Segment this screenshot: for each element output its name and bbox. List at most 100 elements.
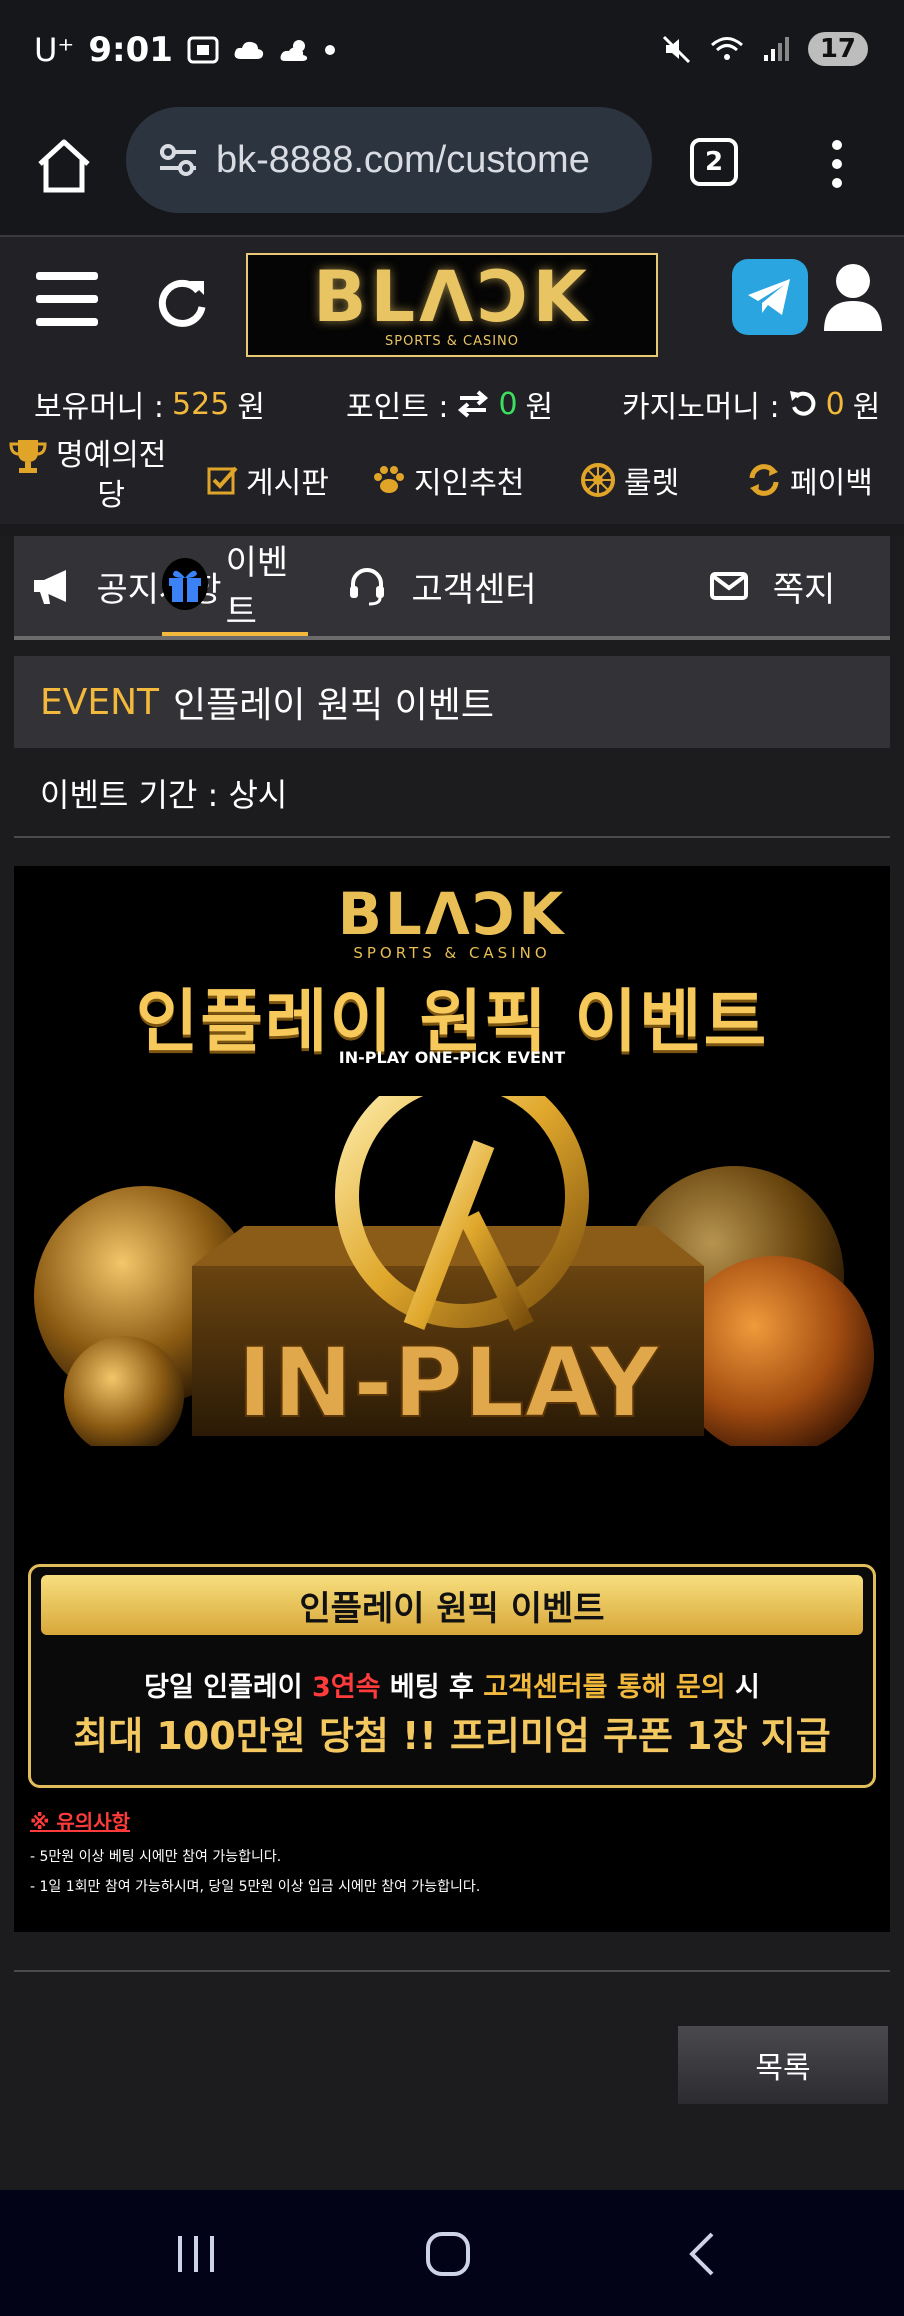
weather-icon (280, 40, 308, 61)
banner-logo-wordmark: BLΛƆK (337, 880, 567, 948)
hamburger-menu-icon[interactable] (36, 272, 98, 326)
carrier-label: U⁺ (34, 31, 75, 69)
post-title: EVENT 인플레이 원픽 이벤트 (14, 656, 890, 748)
tab-customer-center[interactable]: 고객센터 (314, 536, 564, 636)
event-condition-text-3: 시 (725, 1672, 760, 1703)
tab-customer-center-label: 고객센터 (411, 569, 537, 610)
money-unit: 원 (237, 390, 265, 425)
banner-logo: BLΛƆK SPORTS & CASINO (14, 884, 890, 962)
back-icon[interactable] (684, 2230, 720, 2278)
casino-value: 0 (825, 386, 845, 422)
recent-apps-icon[interactable] (174, 2232, 218, 2276)
site-logo[interactable]: BLΛƆK SPORTS & CASINO (246, 253, 658, 357)
site-header: BLΛƆK SPORTS & CASINO (0, 235, 904, 370)
url-text: bk-8888.com/custome (216, 138, 590, 181)
event-condition: 당일 인플레이 3연속 베팅 후 고객센터를 통해 문의 시 (31, 1665, 873, 1704)
banner-logo-subtitle: SPORTS & CASINO (353, 944, 551, 962)
money-label: 보유머니 : (34, 390, 165, 425)
event-reward: 최대 100만원 당첨 !! 프리미엄 쿠폰 1장 지급 (73, 1714, 831, 1758)
system-navigation-bar (0, 2190, 904, 2316)
megaphone-icon (34, 570, 67, 604)
board-label: 게시판 (246, 466, 329, 501)
payback-label: 페이백 (790, 466, 873, 501)
tab-event[interactable]: 이벤트 (162, 536, 308, 636)
user-icon[interactable] (820, 261, 886, 333)
casino-label: 카지노머니 : (622, 390, 780, 425)
list-button[interactable]: 목록 (678, 2026, 888, 2104)
browser-toolbar: bk-8888.com/custome 2 (0, 100, 904, 235)
inplay-text: IN-PLAY (237, 1327, 661, 1439)
event-condition-contact: 고객센터를 통해 문의 (483, 1672, 726, 1703)
points-balance[interactable]: 포인트 : 0 원 (346, 382, 553, 426)
headset-icon (350, 568, 385, 606)
envelope-icon (709, 572, 748, 600)
refresh-icon[interactable] (152, 273, 212, 333)
signal-icon (763, 37, 789, 61)
points-value: 0 (498, 386, 518, 422)
roulette-icon (581, 463, 615, 497)
tab-event-label: 이벤트 (225, 543, 289, 632)
event-condition-text-2: 베팅 후 (380, 1672, 484, 1703)
home-icon[interactable] (34, 136, 94, 196)
dot-icon (324, 45, 335, 55)
cloud-icon (234, 41, 264, 59)
status-bar: U⁺ 9:01 17 (0, 0, 904, 100)
divider (14, 836, 890, 838)
site-settings-icon[interactable] (156, 138, 200, 182)
quick-menu-referral[interactable]: 지인추천 (372, 458, 524, 502)
wifi-icon (710, 37, 743, 60)
referral-label: 지인추천 (414, 466, 525, 501)
hall-of-fame-label-1: 명예의전 (56, 438, 167, 473)
casino-balance[interactable]: 카지노머니 : 0 원 (622, 382, 880, 426)
quick-menu-hall-of-fame[interactable]: 명예의전 당 (8, 436, 166, 516)
screenshot-icon (187, 36, 219, 64)
home-nav-icon[interactable] (424, 2230, 472, 2278)
event-info-box: 인플레이 원픽 이벤트 당일 인플레이 3연속 베팅 후 고객센터를 통해 문의… (28, 1564, 876, 1788)
tab-switcher-button[interactable]: 2 (690, 138, 738, 186)
exchange-icon[interactable] (456, 389, 490, 419)
checkbox-icon (207, 466, 238, 495)
event-period: 이벤트 기간 : 상시 (40, 776, 288, 814)
event-condition-text: 당일 인플레이 (144, 1672, 313, 1703)
paw-icon (374, 466, 404, 493)
gift-icon (168, 570, 201, 602)
notice-item: - 5만원 이상 베팅 시에만 참여 가능합니다. (30, 1849, 282, 1865)
logo-subtitle: SPORTS & CASINO (384, 333, 520, 349)
event-condition-highlight: 3연속 (312, 1672, 381, 1703)
mute-icon (662, 35, 690, 64)
post-title-text: 인플레이 원픽 이벤트 (173, 685, 495, 726)
tab-messages[interactable]: 쪽지 (694, 536, 844, 636)
inplay-illustration: IN-PLAY (34, 1096, 874, 1446)
board-tabs: 공지사항 이벤트 고객센터 쪽지 (14, 536, 890, 640)
quick-menu-roulette[interactable]: 룰렛 (580, 458, 679, 502)
clock: 9:01 (88, 30, 173, 70)
notice-title: ※ 유의사항 (30, 1810, 131, 1834)
tab-messages-label: 쪽지 (772, 569, 836, 610)
trophy-icon (9, 440, 47, 473)
quick-menu: 명예의전 당 게시판 지인추천 룰렛 페이백 (0, 434, 904, 524)
post-category: EVENT (40, 681, 160, 723)
event-box-title: 인플레이 원픽 이벤트 (41, 1575, 863, 1635)
money-value: 525 (172, 386, 230, 422)
casino-unit: 원 (852, 390, 881, 425)
quick-menu-payback[interactable]: 페이백 (746, 458, 873, 502)
event-banner-image: BLΛƆK SPORTS & CASINO 인플레이 원픽 이벤트 IN-PLA… (14, 866, 890, 1932)
hall-of-fame-label-2: 당 (97, 478, 125, 513)
points-label: 포인트 : (346, 390, 449, 425)
browser-menu-icon[interactable] (830, 140, 844, 188)
casino-refresh-icon[interactable] (788, 389, 818, 419)
payback-icon (749, 464, 779, 496)
separator (0, 524, 904, 536)
logo-wordmark: BLΛƆK (313, 255, 591, 338)
notice-item: - 1일 1회만 참여 가능하시며, 당일 5만원 이상 입금 시에만 참여 가… (30, 1879, 481, 1895)
roulette-label: 룰렛 (624, 466, 680, 501)
divider (14, 1970, 890, 1972)
telegram-button[interactable] (732, 259, 808, 335)
banner-subheadline: IN-PLAY ONE-PICK EVENT (338, 1048, 566, 1067)
money-balance: 보유머니 : 525 원 (34, 382, 265, 426)
balance-bar: 보유머니 : 525 원 포인트 : 0 원 카지노머니 : 0 원 (0, 370, 904, 434)
address-bar[interactable]: bk-8888.com/custome (126, 107, 652, 213)
quick-menu-board[interactable]: 게시판 (206, 458, 329, 502)
points-unit: 원 (525, 390, 554, 425)
telegram-icon (748, 279, 790, 315)
